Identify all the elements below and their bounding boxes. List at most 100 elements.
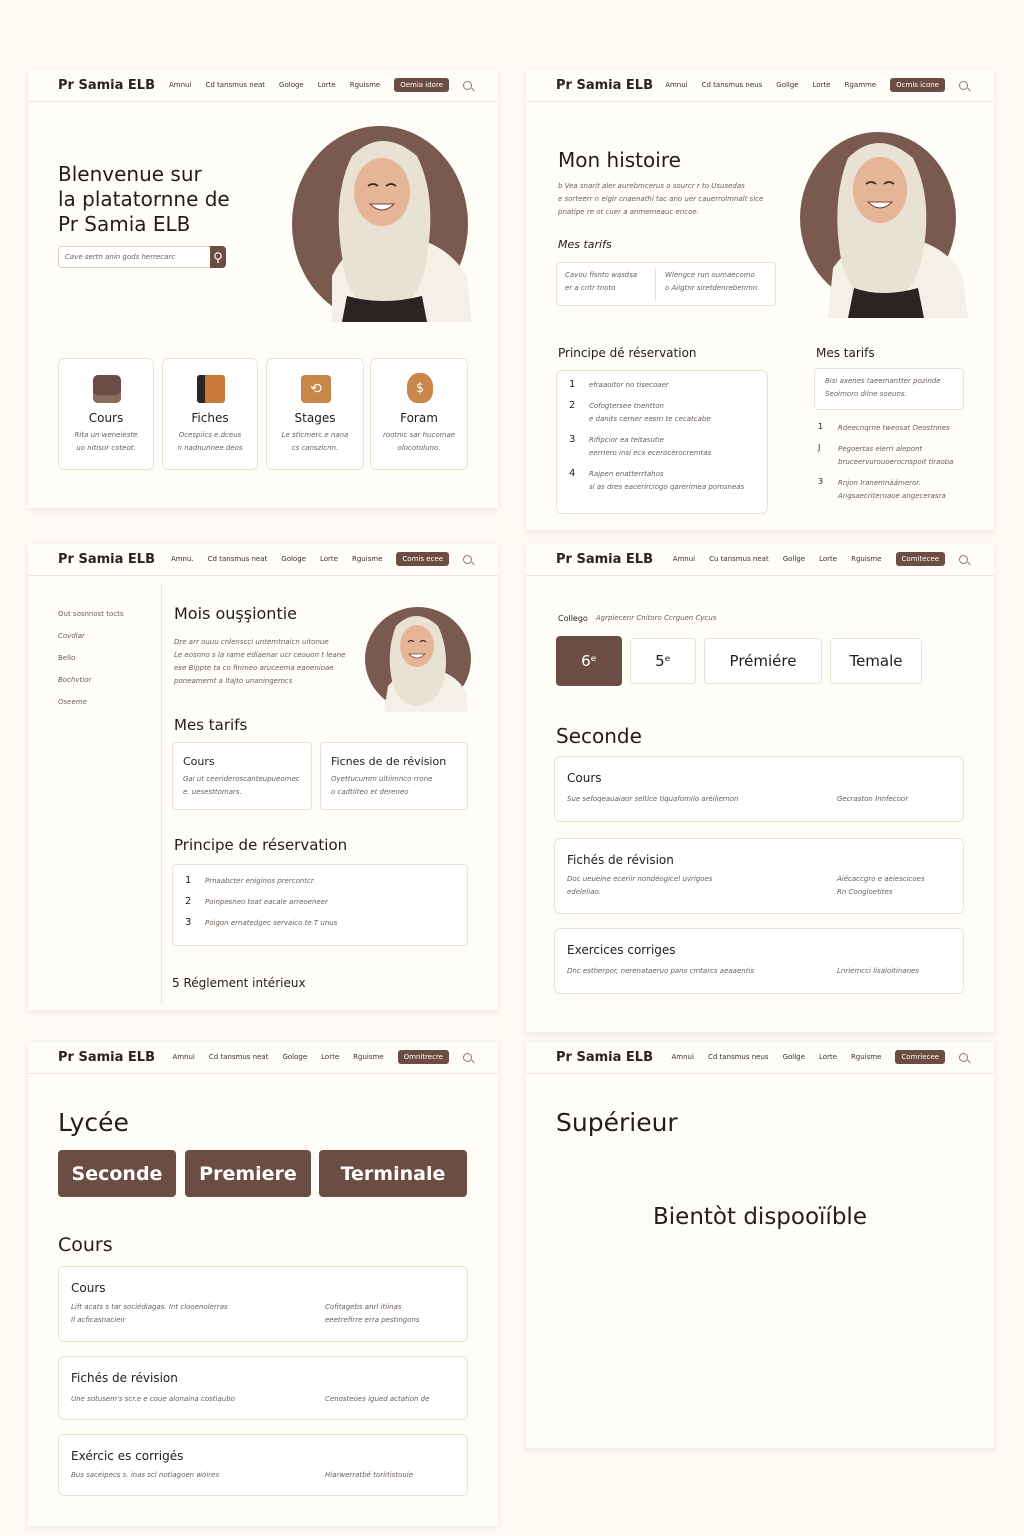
sidebar-item[interactable]: Covdlar xyxy=(58,630,124,643)
nav-item[interactable]: Lorte xyxy=(819,555,837,563)
level-button-premiere[interactable]: Premiere xyxy=(185,1150,311,1197)
search-button[interactable] xyxy=(210,246,226,268)
sidebar-item[interactable]: Out sosnnost tocts xyxy=(58,608,124,621)
nav-item[interactable]: Lorte xyxy=(318,81,336,89)
step-item: 3 Poigon ernatedgec servaico te T unus xyxy=(185,917,337,930)
item-text: Rdeecnqrne tweosat Oeostnnes xyxy=(838,424,950,432)
step-item: 4 Rajpen enatterrtahos si as dres eacerir… xyxy=(569,468,744,494)
nav-cta-button[interactable]: Oemia idore xyxy=(394,78,449,92)
category-card-cours[interactable]: Cours Rita un weneieste uo nitisor coteo… xyxy=(58,358,154,470)
nav-item[interactable]: Rguisme xyxy=(851,1053,881,1061)
nav-item[interactable]: Cd tansmus neat xyxy=(209,1053,269,1061)
site-logo[interactable]: Pr Samia ELB xyxy=(58,552,155,567)
nav-item[interactable]: Rgamme xyxy=(845,81,877,89)
nav-item[interactable]: Lorte xyxy=(320,555,338,563)
resource-title: Exercices corriges xyxy=(567,943,676,957)
resource-card[interactable]: Fichés de révision Doc ueueine eceriir n… xyxy=(554,838,964,914)
nav-item[interactable]: Rguisme xyxy=(350,81,380,89)
search-icon[interactable] xyxy=(463,554,472,564)
site-logo[interactable]: Pr Samia ELB xyxy=(58,78,155,93)
level-button-seconde[interactable]: Seconde xyxy=(58,1150,176,1197)
resource-title: Fichés de révision xyxy=(71,1371,178,1385)
resource-card[interactable]: Exercices corriges Dnc estherpor, nerena… xyxy=(554,928,964,994)
nav-item[interactable]: Amnu. xyxy=(171,555,194,563)
nav-item[interactable]: Gollge xyxy=(783,1053,805,1061)
nav-menu: Amnu. Cd tansmus neat Gologe Lorte Rguis… xyxy=(171,552,472,566)
nav-cta-button[interactable]: Comitecee xyxy=(895,552,945,566)
item-number: 3 xyxy=(818,477,824,486)
top-nav: Pr Samia ELB Amnui Cu tansmus neat Gollg… xyxy=(526,544,994,576)
site-logo[interactable]: Pr Samia ELB xyxy=(556,78,653,93)
level-button-premiere[interactable]: Prémiére xyxy=(704,638,822,684)
nav-item[interactable]: Amnui xyxy=(672,1053,694,1061)
search-icon[interactable] xyxy=(959,80,968,90)
resource-card[interactable]: Fichés de révision Une sotusem's scr.e e… xyxy=(58,1356,468,1420)
level-button-6[interactable]: 6ᵉ xyxy=(556,636,622,686)
search-icon[interactable] xyxy=(959,1052,968,1062)
nav-item[interactable]: Rguisme xyxy=(851,555,881,563)
side-tarifs-text: Bisi axenes taeemantter pozinde Seoimoro… xyxy=(825,377,941,398)
nav-item[interactable]: Lorte xyxy=(819,1053,837,1061)
sidebar-item[interactable]: Bello xyxy=(58,652,124,665)
nav-item[interactable]: Lorte xyxy=(321,1053,339,1061)
nav-item[interactable]: Lorte xyxy=(813,81,831,89)
nav-item[interactable]: Gologe xyxy=(281,555,306,563)
nav-item[interactable]: Gollge xyxy=(783,555,805,563)
resource-card[interactable]: Cours Lift acats s tar sociédiagas. Int … xyxy=(58,1266,468,1342)
search-input[interactable]: Cave sertn anin gods herrecarc xyxy=(65,251,175,264)
nav-item[interactable]: Cd tansmus neat xyxy=(205,81,265,89)
breadcrumb-item[interactable]: Agrpiecenr Cnitoro Ccrguen Cycus xyxy=(596,612,717,625)
page-title: Lycée xyxy=(58,1108,129,1137)
step-number: 2 xyxy=(185,896,192,907)
resource-card[interactable]: Exércic es corrigés Bus saceipecs s. ina… xyxy=(58,1434,468,1496)
site-logo[interactable]: Pr Samia ELB xyxy=(58,1050,155,1065)
nav-cta-button[interactable]: Omnitrecre xyxy=(397,1050,449,1064)
top-nav: Pr Samia ELB Amnui Cd tansmus neus Gollg… xyxy=(526,1042,994,1074)
category-card-fiches[interactable]: Fiches Ocespiics e.dceus n nadnunnee deo… xyxy=(162,358,258,470)
tarif-card-cours[interactable]: Cours Gai ut ceerideroscanteupueomec e. … xyxy=(172,742,312,810)
search-icon[interactable] xyxy=(959,554,968,564)
resource-desc: Lift acats s tar sociédiagas. Int clooen… xyxy=(71,1303,228,1324)
step-number: 1 xyxy=(569,379,576,390)
level-button-terminale[interactable]: Temale xyxy=(830,638,922,684)
nav-item[interactable]: Cd tansmus neus xyxy=(708,1053,769,1061)
step-item: 2 Poinpesneo toat eacale arreoeneer xyxy=(185,896,337,909)
nav-item[interactable]: Cu tansmus neat xyxy=(709,555,769,563)
card-desc: rootnic sar hucomae olocotoluno. xyxy=(382,431,456,452)
welcome-title: Blenvenue sur la platatornne de Pr Samia… xyxy=(58,162,230,237)
tarif-card-fiches[interactable]: Ficnes de de révision Oyettucumm ultiimn… xyxy=(320,742,468,810)
nav-item[interactable]: Cd tansmus neus xyxy=(702,81,763,89)
site-logo[interactable]: Pr Samia ELB xyxy=(556,1050,653,1065)
nav-item[interactable]: Rguisme xyxy=(353,1053,383,1061)
site-logo[interactable]: Pr Samia ELB xyxy=(556,552,653,567)
category-card-forum[interactable]: $ Foram rootnic sar hucomae olocotoluno. xyxy=(370,358,468,470)
nav-item[interactable]: Amnui xyxy=(673,555,695,563)
item-number: 1 xyxy=(818,422,824,431)
nav-cta-button[interactable]: Comriecee xyxy=(895,1050,945,1064)
nav-cta-button[interactable]: Comis ecee xyxy=(396,552,449,566)
search-icon[interactable] xyxy=(463,80,472,90)
level-button-terminale[interactable]: Terminale xyxy=(319,1150,467,1197)
sidebar-item[interactable]: Bochvtior xyxy=(58,674,124,687)
nav-item[interactable]: Amnui xyxy=(169,81,191,89)
category-card-stages[interactable]: ⟲ Stages Le sticmerc e nana cs canszicnn… xyxy=(266,358,364,470)
nav-item[interactable]: Gologe xyxy=(282,1053,307,1061)
tarif-item: Cavou fisnto wasdsa er a cntr tnoto xyxy=(565,271,638,292)
nav-item[interactable]: Amnui xyxy=(665,81,687,89)
nav-item[interactable]: Gollge xyxy=(776,81,798,89)
nav-item[interactable]: Amnui xyxy=(172,1053,194,1061)
search-bar[interactable]: Cave sertn anin gods herrecarc xyxy=(58,246,226,268)
nav-item[interactable]: Gologe xyxy=(279,81,304,89)
reglement-link[interactable]: 5 Réglement intérieux xyxy=(172,976,306,990)
breadcrumb-item[interactable]: Collego xyxy=(558,614,588,623)
resource-card[interactable]: Cours Sue sefoqeauaiaor seltice tiquafom… xyxy=(554,756,964,822)
sidebar-item[interactable]: Oseeme xyxy=(58,696,124,709)
nav-item[interactable]: Cd tansmus neat xyxy=(208,555,268,563)
nav-item[interactable]: Rguisme xyxy=(352,555,382,563)
card-desc: Le sticmerc e nana cs canszicnn. xyxy=(281,431,349,452)
level-button-5[interactable]: 5ᵉ xyxy=(630,638,696,684)
nav-cta-button[interactable]: Ocmis icone xyxy=(890,78,945,92)
side-list: 1 Rdeecnqrne tweosat Oeostnnes J Pegoertas… xyxy=(818,422,953,503)
search-icon[interactable] xyxy=(463,1052,472,1062)
resource-meta: Lnriemcci lisaloitinanes xyxy=(837,967,919,975)
